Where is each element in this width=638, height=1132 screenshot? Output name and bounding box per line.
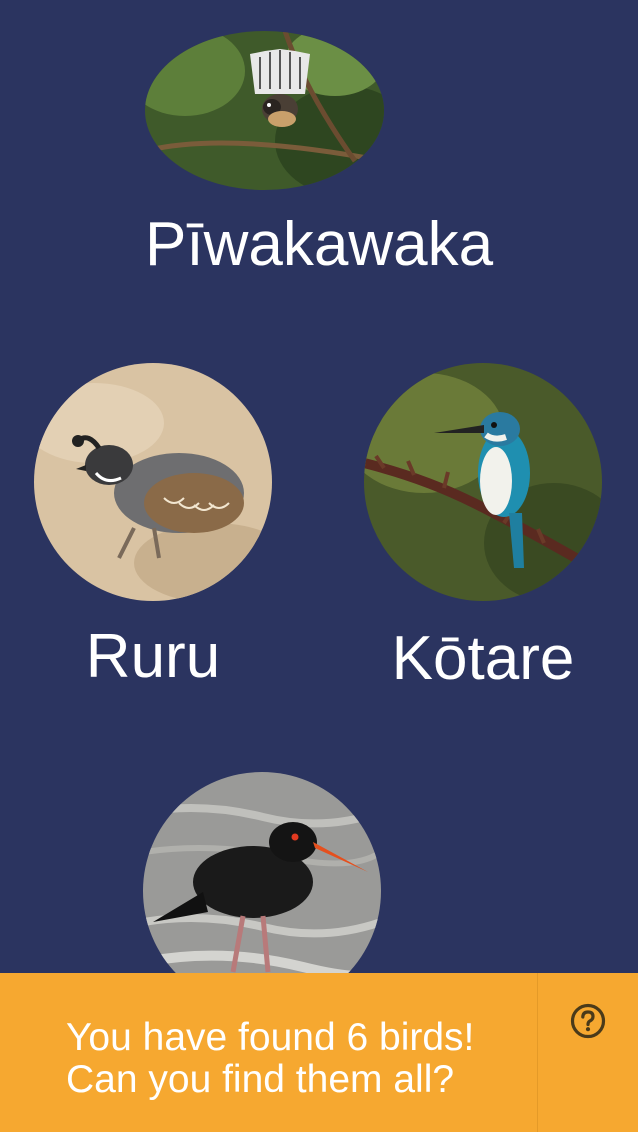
help-button[interactable] xyxy=(570,1003,606,1039)
found-count-line: You have found 6 birds! xyxy=(66,1016,475,1059)
fantail-photo[interactable] xyxy=(145,31,384,190)
quail-photo[interactable] xyxy=(34,363,272,601)
kingfisher-photo[interactable] xyxy=(364,363,602,601)
question-circle-icon xyxy=(570,1003,606,1039)
bird-name-piwakawaka: Pīwakawaka xyxy=(145,210,494,279)
bird-name-kotare: Kōtare xyxy=(391,624,575,693)
bird-name-ruru: Ruru xyxy=(85,622,221,691)
footer-divider xyxy=(537,973,538,1132)
find-all-prompt: Can you find them all? xyxy=(66,1058,455,1101)
found-count-message: You have found 6 birds! Can you find the… xyxy=(66,1017,474,1101)
footer-banner: You have found 6 birds! Can you find the… xyxy=(0,973,638,1132)
